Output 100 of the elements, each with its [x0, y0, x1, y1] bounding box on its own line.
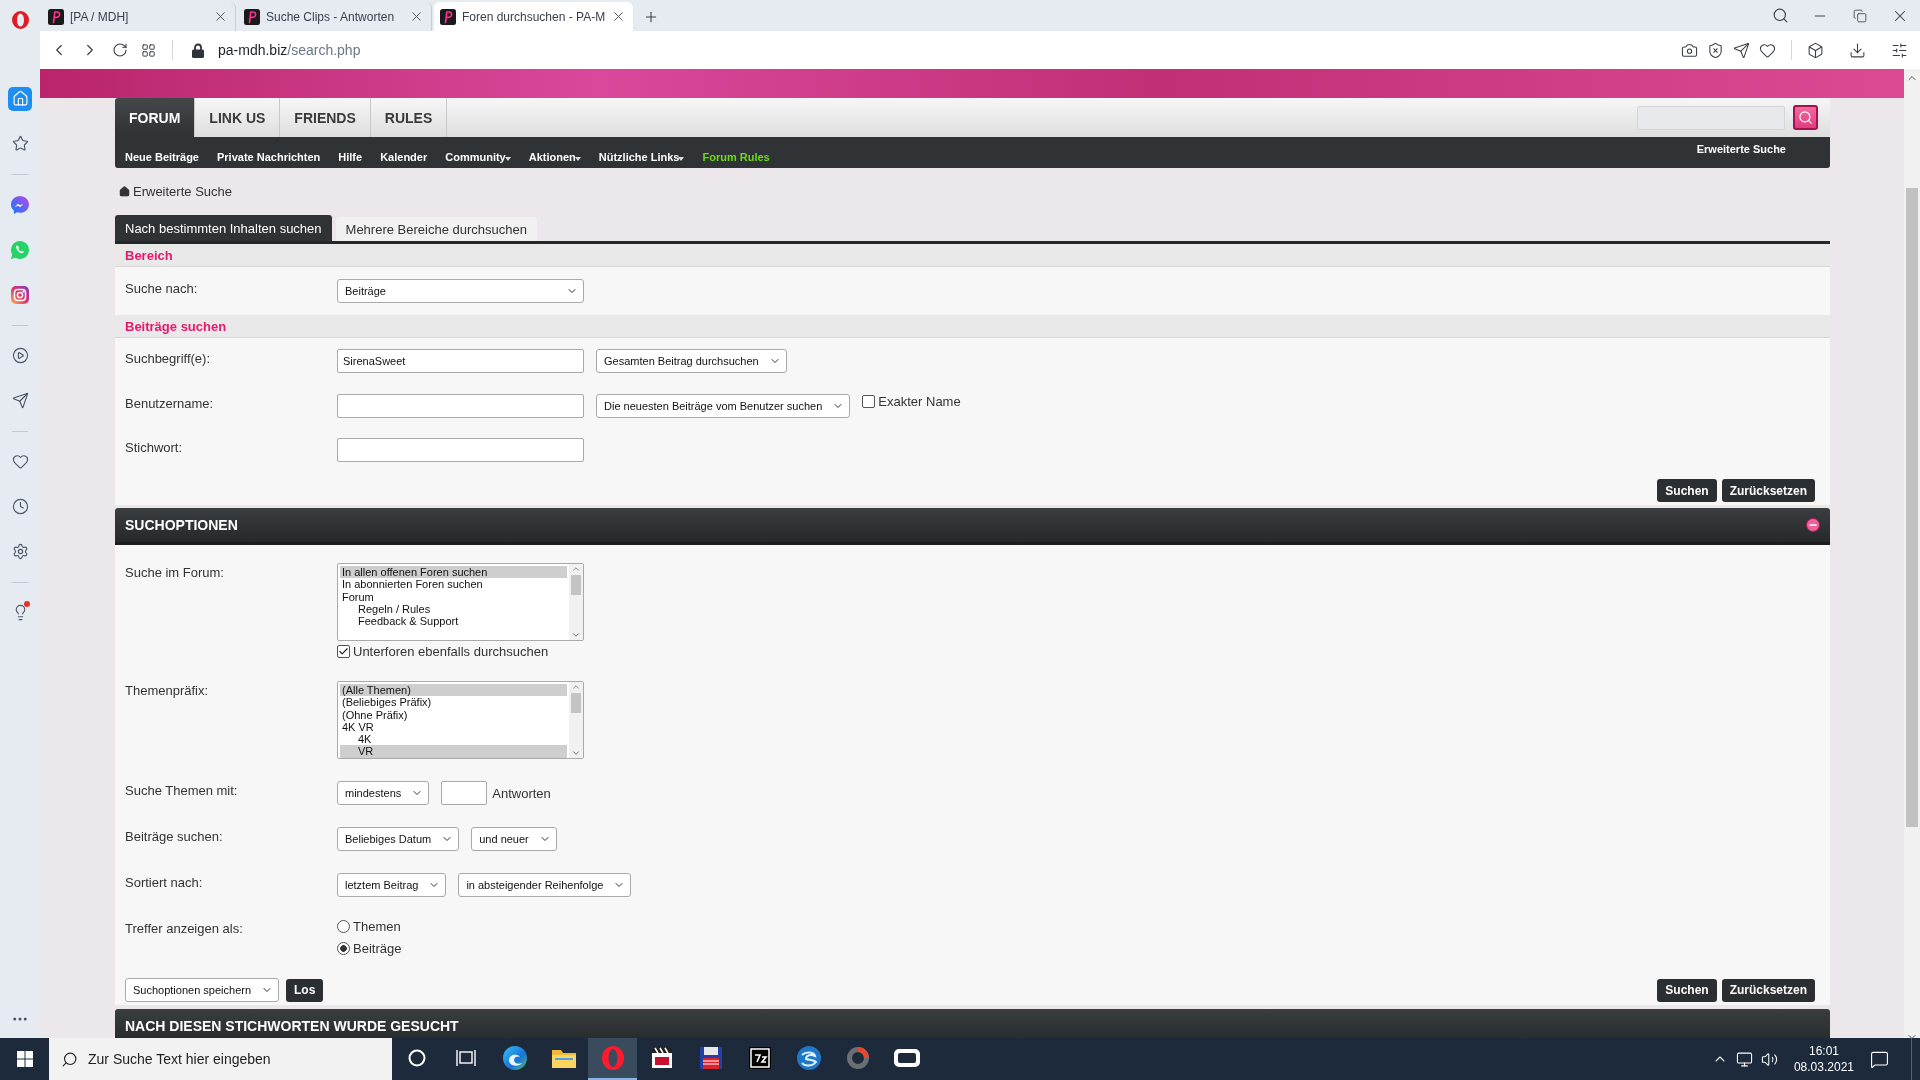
- shield-icon[interactable]: [1707, 41, 1724, 59]
- network-icon[interactable]: [1735, 1050, 1753, 1068]
- list-option[interactable]: In allen offenen Foren suchen: [340, 566, 567, 579]
- nav-link[interactable]: Forum Rules: [702, 151, 770, 163]
- dropdown[interactable]: mindestens: [337, 781, 430, 805]
- form-button[interactable]: Zurücksetzen: [1721, 479, 1815, 502]
- start-icon[interactable]: [16, 1051, 33, 1067]
- list-box[interactable]: (Alle Themen) (Beliebiges Präfix) (Ohne Präfix) 4K VR 4K VR: [337, 681, 584, 759]
- field-label: Sortiert nach:: [125, 874, 204, 890]
- checkbox[interactable]: [862, 395, 876, 408]
- number-field[interactable]: [441, 781, 488, 805]
- checkmark-icon: [338, 646, 349, 657]
- camera-icon[interactable]: [1681, 41, 1698, 59]
- scrollbar-thumb[interactable]: [571, 575, 581, 595]
- nav-link[interactable]: Erweiterte Suche: [1696, 143, 1786, 157]
- scroll-down-icon[interactable]: [571, 748, 581, 758]
- scrollbar-thumb[interactable]: [1906, 188, 1918, 827]
- go-button[interactable]: Los: [286, 978, 324, 1002]
- field-label: Beiträge suchen:: [125, 828, 224, 844]
- scroll-down-icon[interactable]: [571, 630, 581, 640]
- globe-swirl-icon[interactable]: [796, 1046, 821, 1070]
- cube-icon[interactable]: [1807, 41, 1824, 59]
- close-icon[interactable]: [409, 9, 424, 24]
- dropdown[interactable]: in absteigender Reihenfolge: [458, 873, 632, 897]
- taskbar-button[interactable]: [588, 1038, 637, 1080]
- scrollbar-thumb[interactable]: [571, 693, 581, 713]
- folder-icon[interactable]: [551, 1048, 576, 1068]
- collapse-icon[interactable]: [1806, 518, 1820, 532]
- nav-link[interactable]: Aktionen: [528, 151, 581, 163]
- list-option[interactable]: (Ohne Präfix): [340, 708, 567, 721]
- circle-icon[interactable]: [407, 1049, 426, 1067]
- search-icon[interactable]: [1771, 7, 1789, 24]
- search-button[interactable]: [1793, 105, 1818, 130]
- form-button[interactable]: Suchen: [1657, 978, 1717, 1002]
- archive-tile-icon[interactable]: [748, 1047, 771, 1069]
- home-icon[interactable]: [119, 185, 130, 197]
- tray-date[interactable]: 08.03.2021: [1793, 1059, 1854, 1075]
- list-option[interactable]: Feedback & Support: [340, 615, 567, 628]
- search-icon: [61, 1050, 78, 1068]
- nav-link[interactable]: Community: [445, 151, 511, 163]
- ring-logo-icon[interactable]: [11, 11, 29, 29]
- site-logo-icon: [440, 8, 456, 25]
- form-button[interactable]: Zurücksetzen: [1721, 978, 1815, 1002]
- restore-icon[interactable]: [1853, 8, 1867, 23]
- close-icon[interactable]: [213, 9, 228, 24]
- list-option[interactable]: (Alle Themen): [340, 684, 567, 697]
- breadcrumb-link[interactable]: Erweiterte Suche: [133, 183, 232, 199]
- list-option[interactable]: In abonnierten Foren suchen: [340, 578, 567, 591]
- scrollbar[interactable]: [1904, 69, 1920, 1038]
- send-icon[interactable]: [1733, 41, 1750, 59]
- checkbox[interactable]: [337, 645, 350, 658]
- dropdown[interactable]: Suchoptionen speichern: [125, 978, 280, 1002]
- radio-button[interactable]: [337, 942, 350, 955]
- section-title: SUCHOPTIONEN: [125, 517, 238, 533]
- list-option[interactable]: Forum: [340, 590, 567, 603]
- text-field[interactable]: [337, 438, 584, 462]
- nav-link[interactable]: Nützliche Links: [598, 151, 685, 163]
- dropdown[interactable]: Beiträge: [337, 279, 584, 303]
- nav-link[interactable]: Hilfe: [338, 151, 363, 163]
- list-option[interactable]: (Beliebiges Präfix): [340, 696, 567, 709]
- settings-icon[interactable]: [1891, 41, 1908, 59]
- reload-icon[interactable]: [112, 42, 128, 58]
- grid-icon[interactable]: [141, 42, 156, 58]
- browser-tab[interactable]: Foren durchsuchen - PA-M: [434, 2, 634, 31]
- dropdown[interactable]: letztem Beitrag: [337, 873, 447, 897]
- notification-icon[interactable]: [1870, 1049, 1889, 1069]
- tray-time[interactable]: 16:01: [1808, 1043, 1839, 1059]
- nav-link[interactable]: Kalender: [380, 151, 428, 163]
- search-field[interactable]: [1637, 105, 1785, 130]
- text-field[interactable]: SirenaSweet: [337, 349, 584, 373]
- list-option[interactable]: 4K VR: [340, 720, 567, 734]
- nav-link[interactable]: Private Nachrichten: [217, 151, 321, 163]
- checkbox-label: Unterforen ebenfalls durchsuchen: [353, 644, 549, 659]
- scrollbar[interactable]: [569, 564, 583, 640]
- list-box[interactable]: In allen offenen Foren suchen In abonnierten Foren suchen Forum Regeln / Rules Feedback & Support: [337, 563, 584, 641]
- scrollbar[interactable]: [569, 682, 583, 758]
- list-option[interactable]: Regeln / Rules: [340, 602, 567, 616]
- dropdown[interactable]: Beliebiges Datum: [337, 827, 460, 851]
- swirl-icon[interactable]: [502, 1046, 527, 1070]
- goggles-icon[interactable]: [893, 1049, 920, 1067]
- ring-icon[interactable]: [845, 1046, 870, 1070]
- download-icon[interactable]: [1849, 41, 1866, 59]
- search-field[interactable]: Zur Suche Text hier eingeben: [49, 1038, 392, 1080]
- nav-tab[interactable]: FORUM: [115, 98, 196, 137]
- radio-button[interactable]: [337, 920, 350, 933]
- clapperboard-icon[interactable]: [650, 1047, 673, 1069]
- list-option[interactable]: VR: [340, 745, 567, 758]
- dropdown[interactable]: Gesamten Beitrag durchsuchen: [596, 349, 787, 373]
- list-option[interactable]: 4K: [340, 733, 567, 746]
- tab[interactable]: Mehrere Bereiche durchsuchen: [335, 217, 537, 241]
- volume-icon[interactable]: [1760, 1050, 1778, 1068]
- tab[interactable]: Nach bestimmten Inhalten suchen: [115, 215, 332, 241]
- heart-icon[interactable]: [1759, 41, 1776, 59]
- address-field[interactable]: pa-mdh.biz/search.php: [188, 39, 365, 61]
- form-button[interactable]: Suchen: [1657, 479, 1717, 502]
- dropdown[interactable]: Die neuesten Beiträge vom Benutzer suchen: [596, 394, 851, 418]
- text-field[interactable]: [337, 394, 584, 418]
- dropdown[interactable]: und neuer: [471, 827, 557, 851]
- nav-link[interactable]: Neue Beiträge: [125, 151, 199, 163]
- task-view-icon[interactable]: [455, 1048, 476, 1068]
